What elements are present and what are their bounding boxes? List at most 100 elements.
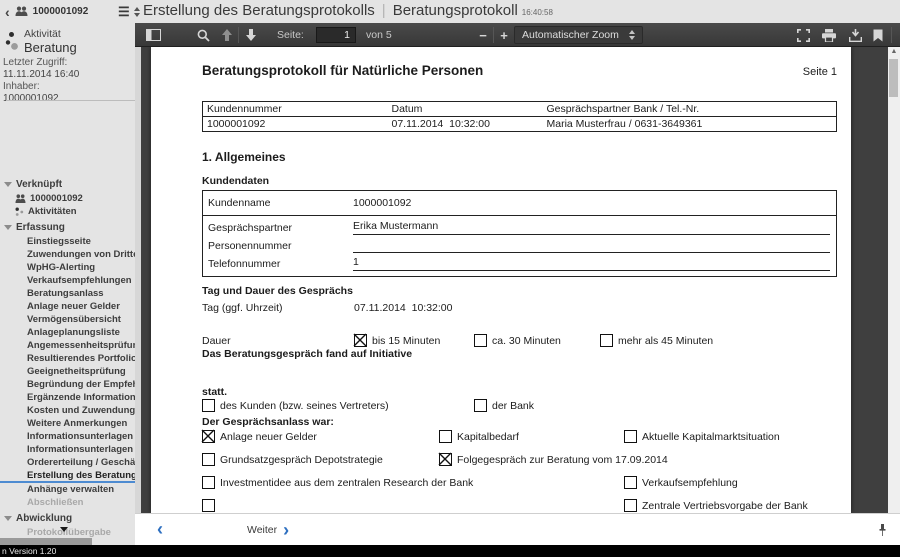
sidebar-section-header[interactable]: Abwicklung <box>0 511 135 526</box>
sidebar-item-label: Weitere Anmerkungen <box>27 417 127 430</box>
sidebar-item-einstiegsseite[interactable]: Einstiegsseite <box>0 235 135 248</box>
checkbox-option: Zentrale Vertriebsvorgabe der Bank <box>624 499 808 512</box>
section-label: Verknüpft <box>16 179 62 190</box>
sidebar-horizontal-scrollbar[interactable] <box>0 538 92 545</box>
info-col-header: Kundennummer <box>203 102 388 117</box>
sidebar-item-informationsunterlagen-zu[interactable]: Informationsunterlagen zu ... <box>0 430 135 443</box>
vertical-scrollbar[interactable]: ▲ <box>888 47 900 513</box>
previous-step-icon[interactable]: ‹ <box>157 514 163 544</box>
customer-icon <box>15 3 28 21</box>
collapse-triangle-icon <box>4 182 12 187</box>
page-total-label: von 5 <box>366 23 392 47</box>
download-icon[interactable] <box>845 23 865 47</box>
document-title: Beratungsprotokoll für Natürliche Person… <box>202 63 483 78</box>
zoom-select[interactable]: Automatischer Zoom <box>514 26 643 44</box>
document-page-indicator: Seite 1 <box>803 66 837 78</box>
sidebar-item-begr-ndung-der-empfehlu[interactable]: Begründung der Empfehlu... <box>0 378 135 391</box>
checkbox-unchecked-icon <box>474 334 487 347</box>
sidebar-item-geeignetheitspr-fung[interactable]: Geeignetheitsprüfung <box>0 365 135 378</box>
sidebar-item-wphg-alerting[interactable]: WpHG-Alerting <box>0 261 135 274</box>
sidebar-item-label: Resultierendes Portfolio <box>27 352 135 365</box>
sidebar-item-anlage-neuer-gelder[interactable]: Anlage neuer Gelder <box>0 300 135 313</box>
section-heading: Tag und Dauer des Gesprächs <box>202 285 837 297</box>
search-icon[interactable] <box>193 23 213 47</box>
scroll-up-icon[interactable]: ▲ <box>888 48 900 55</box>
sidebar-item-zuwendungen-von-dritten[interactable]: Zuwendungen von Dritten <box>0 248 135 261</box>
field-label: Tag (ggf. Uhrzeit) <box>202 301 283 315</box>
sidebar-item-informationsunterlagen-zu[interactable]: Informationsunterlagen zu ... <box>0 443 135 456</box>
field-label: Gesprächspartner <box>208 219 292 237</box>
sidebar-item-1000001092[interactable]: 1000001092 <box>0 192 135 205</box>
sidebar-item-label: Informationsunterlagen zu ... <box>27 443 135 456</box>
customer-info-table: Kundennummer Datum Gesprächspartner Bank… <box>202 101 837 132</box>
timestamp: 16:40:58 <box>522 8 553 17</box>
scrollbar-thumb[interactable] <box>889 59 898 97</box>
checkbox-label: Anlage neuer Gelder <box>220 431 317 443</box>
print-icon[interactable] <box>819 23 839 47</box>
sidebar-item-resultierendes-portfolio[interactable]: Resultierendes Portfolio <box>0 352 135 365</box>
checkbox-label: ca. 30 Minuten <box>492 335 561 347</box>
section-label: Abwicklung <box>16 513 72 524</box>
date-field-row: Tag (ggf. Uhrzeit) 07.11.2014 10:32:00 <box>202 301 900 318</box>
zoom-out-icon[interactable]: − <box>475 23 491 47</box>
customer-context[interactable]: ‹ 1000001092 <box>5 0 88 23</box>
checkbox-option: Investmentidee aus dem zentralen Researc… <box>202 476 473 489</box>
sidebar-item-label: Anlage neuer Gelder <box>27 300 120 313</box>
sidebar-item-ordererteilung-gesch-fts[interactable]: Ordererteilung / Geschäfts... <box>0 456 135 469</box>
next-step-button[interactable]: Weiter › <box>247 514 289 546</box>
sidebar-item-anlageplanungsliste[interactable]: Anlageplanungsliste <box>0 326 135 339</box>
checkbox-unchecked-icon <box>202 399 215 412</box>
pdf-viewer-canvas: Beratungsprotokoll für Natürliche Person… <box>135 47 900 513</box>
field-value: 1000001092 <box>353 193 830 215</box>
checkbox-option: Kapitalbedarf <box>439 430 519 443</box>
sidebar-item-verm-gens-bersicht[interactable]: Vermögensübersicht <box>0 313 135 326</box>
sidebar-item-aktivit-ten[interactable]: Aktivitäten <box>0 205 135 218</box>
page-number-input[interactable] <box>316 27 356 43</box>
checkbox-label: bis 15 Minuten <box>372 335 440 347</box>
checkbox-row: Grundsatzgespräch Depotstrategie Folgeges… <box>202 453 837 476</box>
checkbox-unchecked-icon <box>202 453 215 466</box>
checkbox-option: Folgegespräch zur Beratung vom 17.09.201… <box>439 453 668 466</box>
next-step-icon: › <box>283 515 289 545</box>
sidebar-item-verkaufsempfehlungen[interactable]: Verkaufsempfehlungen <box>0 274 135 287</box>
toggle-sidebar-icon[interactable] <box>142 23 164 47</box>
last-access-label: Letzter Zugriff: <box>3 57 79 69</box>
sidebar-section-header[interactable]: Verknüpft <box>0 177 135 192</box>
last-access: Letzter Zugriff: 11.11.2014 16:40 <box>3 57 79 80</box>
menu-icon[interactable]: ☰ <box>118 4 130 20</box>
checkbox-label: Investmentidee aus dem zentralen Researc… <box>220 477 473 489</box>
field-label: Dauer <box>202 334 231 348</box>
info-cell: 1000001092 <box>203 117 388 132</box>
sidebar-item-weitere-anmerkungen[interactable]: Weitere Anmerkungen <box>0 417 135 430</box>
section-heading: 1. Allgemeines <box>202 150 837 164</box>
bookmark-icon[interactable] <box>869 23 887 47</box>
more-tools-icon[interactable]: » <box>895 23 900 47</box>
sidebar-item-erg-nzende-informationen[interactable]: Ergänzende Informationen <box>0 391 135 404</box>
sidebar-item-abschlie-en: Abschließen <box>0 496 135 509</box>
next-page-icon[interactable] <box>241 23 261 47</box>
form-field-row: GesprächspartnerErika Mustermann <box>203 219 836 237</box>
presentation-mode-icon[interactable] <box>793 23 813 47</box>
sidebar-item-anh-nge-verwalten[interactable]: Anhänge verwalten <box>0 483 135 496</box>
pdf-page: Beratungsprotokoll für Natürliche Person… <box>151 47 851 513</box>
field-value <box>353 237 830 253</box>
info-cell: Maria Musterfrau / 0631-3649361 <box>543 117 837 132</box>
sidebar-item-label: Beratungsanlass <box>27 287 104 300</box>
sidebar-item-angemessenheitspr-fung[interactable]: Angemessenheitsprüfung <box>0 339 135 352</box>
sidebar-section-header[interactable]: Erfassung <box>0 220 135 235</box>
back-icon[interactable]: ‹ <box>5 2 10 22</box>
previous-page-icon[interactable] <box>217 23 237 47</box>
checkbox-option: ca. 30 Minuten <box>474 334 561 347</box>
sidebar-item-kosten-und-zuwendungen[interactable]: Kosten und Zuwendungen <box>0 404 135 417</box>
activity-name: Beratung <box>24 40 77 55</box>
sidebar-item-label: Kosten und Zuwendungen <box>27 404 135 417</box>
field-value: 1 <box>353 255 830 271</box>
checkbox-label: Grundsatzgespräch Depotstrategie <box>220 454 383 466</box>
zoom-in-icon[interactable]: + <box>496 23 512 47</box>
sidebar-item-erstellung-des-beratungspr[interactable]: Erstellung des Beratungspr... <box>0 469 135 483</box>
pin-icon[interactable] <box>878 523 887 542</box>
expand-collapse-icon[interactable] <box>134 7 140 17</box>
checkbox-label: Zentrale Vertriebsvorgabe der Bank <box>642 500 808 512</box>
checkbox-option: mehr als 45 Minuten <box>600 334 713 347</box>
sidebar-item-beratungsanlass[interactable]: Beratungsanlass <box>0 287 135 300</box>
